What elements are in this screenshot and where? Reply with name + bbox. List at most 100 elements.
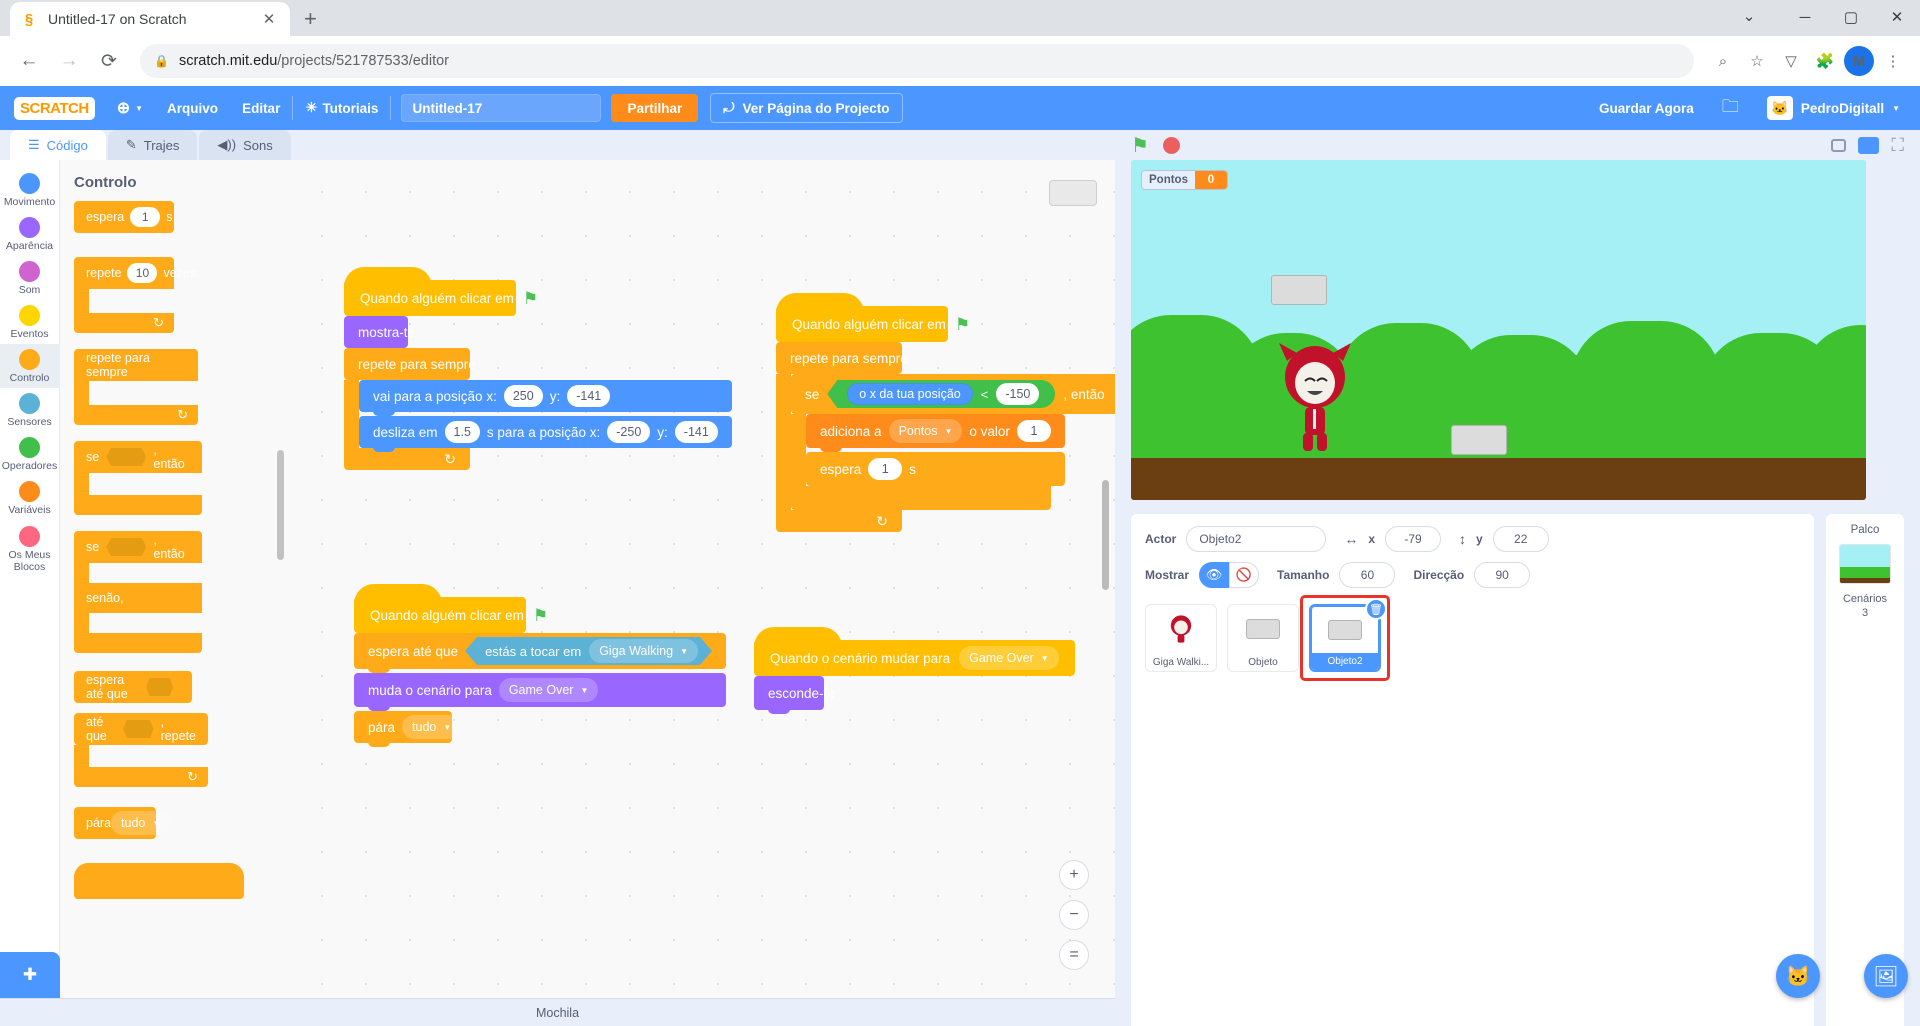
zoom-reset-button[interactable]: = [1059,940,1089,970]
address-bar[interactable]: 🔒 scratch.mit.edu/projects/521787533/edi… [140,44,1694,78]
fullscreen-icon[interactable]: ⛶ [1891,135,1904,156]
downloads-icon[interactable]: ⌄ [1726,0,1772,32]
block-switch-backdrop[interactable]: muda o cenário para Game Over ▼ [354,673,726,711]
reload-icon[interactable]: ⟳ [92,44,126,78]
sprite-card-objeto[interactable]: Objeto [1227,604,1299,672]
goto-x-input[interactable]: 250 [503,385,543,407]
block-forever-2[interactable]: repete para sempre se o x da tua posição [776,342,1115,532]
score-monitor[interactable]: Pontos 0 [1141,170,1228,190]
sidebar-item-movimento[interactable]: Movimento [0,168,60,212]
palette-block-if-else[interactable]: se , então senão, [74,531,288,653]
wait-value-input[interactable]: 1 [868,458,903,480]
block-when-flag-clicked-2[interactable]: Quando alguém clicar em ⚑ [776,293,970,342]
stop-button[interactable] [1162,136,1180,154]
palette-block-forever[interactable]: repete para sempre ↻ [74,349,288,425]
block-change-variable[interactable]: adiciona a Pontos ▼ o valor 1 [806,414,1065,452]
glide-x-input[interactable]: -250 [607,421,651,443]
sprite-card-objeto2[interactable]: 🗑 Objeto2 [1309,598,1387,672]
variable-dropdown[interactable]: Pontos ▼ [888,419,963,443]
script-1[interactable]: Quando alguém clicar em ⚑ mostra-te repe… [344,267,732,470]
sprite-x-input[interactable]: -79 [1385,526,1442,552]
menu-edit[interactable]: Editar [230,86,292,130]
palette-block-wait[interactable]: espera 1 s [74,201,174,233]
sidebar-item-aparencia[interactable]: Aparência [0,212,60,256]
boolean-slot[interactable] [106,448,147,466]
palette-block-wait-until[interactable]: espera até que [74,671,192,703]
menu-file[interactable]: Arquivo [155,86,230,130]
menu-tutorials[interactable]: ☀ Tutoriais [293,86,390,130]
tab-trajes[interactable]: ✎ Trajes [107,130,198,160]
sidebar-item-eventos[interactable]: Eventos [0,300,60,344]
shield-icon[interactable]: ▽ [1776,46,1806,76]
code-workspace[interactable]: Quando alguém clicar em ⚑ mostra-te repe… [288,160,1115,1026]
workspace-handle[interactable] [1049,180,1097,206]
stage-sprite-giga[interactable] [1269,341,1361,456]
script-3[interactable]: Quando alguém clicar em ⚑ espera até que… [354,584,726,747]
palette-repeat-value[interactable]: 10 [127,263,158,283]
block-if-then[interactable]: se o x da tua posição < -150 , então adi… [791,374,1115,510]
trash-icon[interactable]: 🗑 [1365,598,1387,620]
new-tab-button[interactable]: + [304,6,317,32]
small-stage-button[interactable] [1831,138,1847,152]
block-stop[interactable]: pára tudo ▼ [354,711,462,747]
save-now-button[interactable]: Guardar Agora [1587,86,1706,130]
palette-block-if[interactable]: se , então [74,441,288,515]
palette-scrollbar[interactable] [277,450,284,560]
zoom-out-button[interactable]: − [1059,900,1089,930]
less-than-value[interactable]: -150 [996,383,1040,405]
reporter-x-position[interactable]: o x da tua posição [847,383,973,405]
block-when-backdrop-switches[interactable]: Quando o cenário mudar para Game Over ▼ [754,627,1075,676]
zoom-search-icon[interactable]: ⌕ [1708,46,1738,76]
if-header[interactable]: se o x da tua posição < -150 , então [791,374,1115,414]
stage-object-1[interactable] [1271,275,1327,305]
script-4[interactable]: Quando o cenário mudar para Game Over ▼ … [754,627,1075,714]
block-hide[interactable]: esconde-te [754,676,835,714]
sidebar-item-som[interactable]: Som [0,256,60,300]
tab-sons[interactable]: ◀)) Sons [199,130,291,160]
stop-dropdown[interactable]: tudo ▼ [402,715,462,739]
add-extension-button[interactable]: ✚ [0,952,60,998]
block-show[interactable]: mostra-te [344,316,415,352]
glide-secs-input[interactable]: 1.5 [444,421,480,443]
workspace-vertical-scrollbar[interactable] [1102,480,1109,590]
account-menu[interactable]: 🐱 PedroDigitall ▼ [1755,96,1912,120]
profile-avatar[interactable]: M [1844,46,1874,76]
project-name-input[interactable]: Untitled-17 [401,94,602,122]
sidebar-item-variaveis[interactable]: Variáveis [0,476,60,520]
block-wait[interactable]: espera 1 s [806,452,1065,490]
block-forever[interactable]: repete para sempre vai para a posição x:… [344,348,732,470]
sprite-size-input[interactable]: 60 [1339,562,1396,588]
sprite-card-giga[interactable]: Giga Walki... [1145,604,1217,672]
block-touching[interactable]: estás a tocar em Giga Walking ▼ [465,637,712,665]
touching-dropdown[interactable]: Giga Walking ▼ [589,639,698,663]
sprite-y-input[interactable]: 22 [1492,526,1549,552]
tab-codigo[interactable]: ☰ Código [10,130,106,160]
zoom-in-button[interactable]: + [1059,860,1089,890]
script-2[interactable]: Quando alguém clicar em ⚑ repete para se… [776,293,1115,532]
block-when-flag-clicked[interactable]: Quando alguém clicar em ⚑ [344,267,538,316]
block-glide-xy[interactable]: desliza em 1.5 s para a posição x: -250 … [359,416,732,452]
large-stage-button[interactable] [1858,136,1880,154]
goto-y-input[interactable]: -141 [567,385,611,407]
stage[interactable]: Pontos 0 [1131,160,1866,500]
backpack-bar[interactable]: Mochila [0,998,1115,1026]
glide-y-input[interactable]: -141 [674,421,718,443]
block-when-flag-clicked-3[interactable]: Quando alguém clicar em ⚑ [354,584,548,633]
backdrop-dropdown[interactable]: Game Over ▼ [498,678,599,702]
sidebar-item-controlo[interactable]: Controlo [0,344,60,389]
backdrop-hat-dropdown[interactable]: Game Over ▼ [959,646,1059,670]
window-close-button[interactable]: ✕ [1874,1,1920,33]
sidebar-item-operadores[interactable]: Operadores [0,432,60,476]
hide-sprite-button[interactable]: 🚫 [1229,562,1260,588]
palette-block-partial[interactable] [74,863,244,899]
boolean-slot[interactable] [146,678,173,696]
back-icon[interactable]: ← [12,44,46,78]
stage-selector[interactable]: Palco Cenários 3 🖼 [1826,514,1908,1026]
bookmark-star-icon[interactable]: ☆ [1742,46,1772,76]
palette-wait-value[interactable]: 1 [130,207,161,227]
palette-block-repeat-until[interactable]: até que , repete [74,713,208,745]
tab-close-icon[interactable]: ✕ [258,10,280,28]
browser-menu-icon[interactable]: ⋮ [1878,46,1908,76]
sprite-direction-input[interactable]: 90 [1474,562,1531,588]
browser-tab[interactable]: § Untitled-17 on Scratch ✕ [10,2,290,36]
